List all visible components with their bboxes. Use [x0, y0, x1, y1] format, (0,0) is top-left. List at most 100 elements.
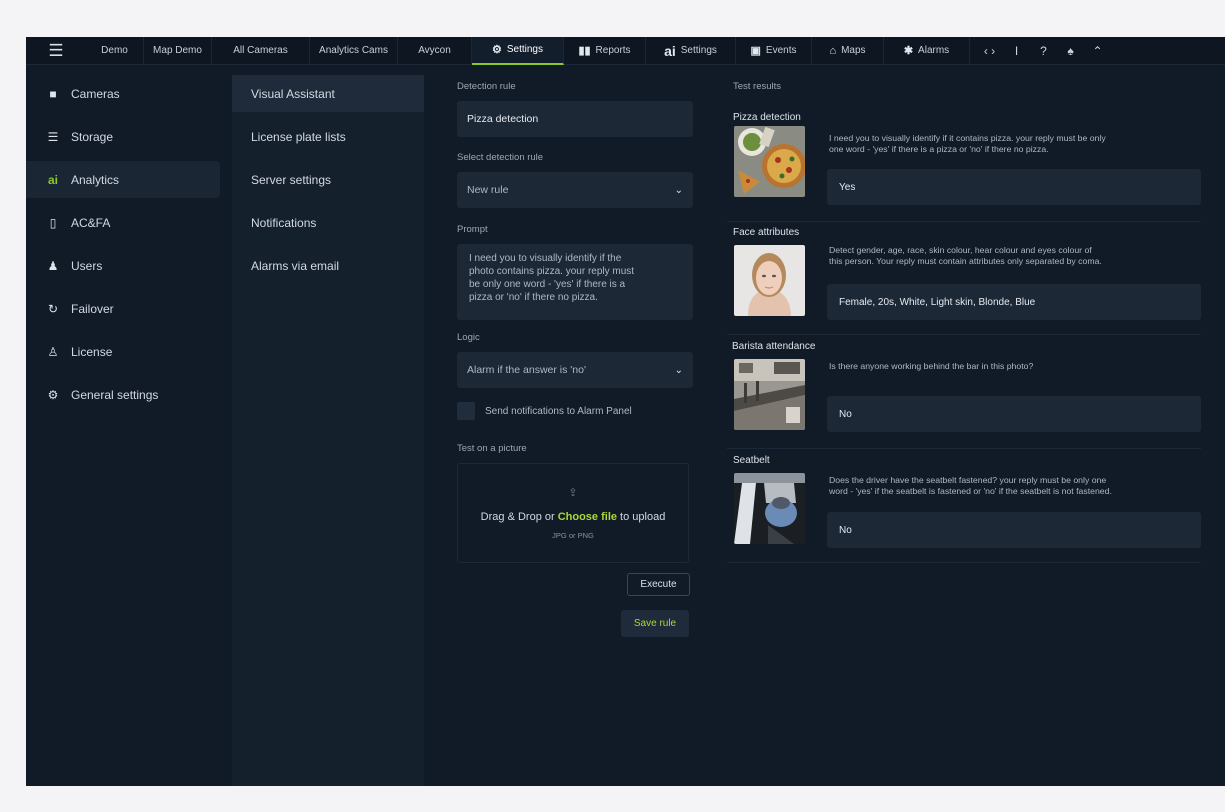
test-results-panel: Test results Pizza detection I need you …	[727, 81, 1201, 563]
car-interior-photo	[734, 473, 805, 544]
chevron-down-icon: ⌄	[674, 364, 683, 376]
tab-label: Analytics Cams	[319, 45, 388, 56]
gear-icon: ⚙	[491, 44, 502, 56]
file-dropzone[interactable]: ⇪ Drag & Drop or Choose file to upload J…	[457, 463, 689, 563]
dropzone-suffix: to upload	[617, 511, 666, 523]
tab-ai-settings[interactable]: ai Settings	[646, 37, 736, 65]
subnav-item-label: License plate lists	[251, 129, 346, 144]
result-prompt: Does the driver have the seatbelt fasten…	[829, 475, 1203, 497]
face-photo	[734, 245, 805, 316]
result-prompt-line: one word - 'yes' if there is a pizza or …	[829, 144, 1049, 154]
subnav-item-server-settings[interactable]: Server settings	[232, 161, 424, 198]
settings-sidebar: ■ Cameras ☰ Storage ai Analytics ▯ AC&FA ♟ Us…	[26, 75, 232, 786]
select-rule-value: New rule	[467, 184, 509, 196]
chevron-down-icon: ⌄	[674, 184, 683, 196]
tab-map-demo[interactable]: Map Demo	[144, 37, 212, 65]
send-notifications-row: Send notifications to Alarm Panel	[457, 401, 693, 421]
tab-avycon[interactable]: Avycon	[398, 37, 472, 65]
sidebar-item-label: Failover	[71, 301, 114, 316]
sidebar-item-users[interactable]: ♟ Users	[26, 247, 220, 284]
result-item-seatbelt: Seatbelt Does the driver have the seatbe…	[727, 455, 1201, 563]
result-name: Seatbelt	[733, 455, 770, 466]
sidebar-item-license[interactable]: ♙ License	[26, 333, 220, 370]
sidebar-item-general-settings[interactable]: ⚙ General settings	[26, 376, 220, 413]
sidebar-item-failover[interactable]: ↻ Failover	[26, 290, 220, 327]
subnav-item-license-plate-lists[interactable]: License plate lists	[232, 118, 424, 155]
logic-dropdown[interactable]: Alarm if the answer is 'no' ⌄	[457, 352, 693, 388]
tab-reports[interactable]: ▮▮ Reports	[564, 37, 646, 65]
hamburger-menu-icon[interactable]: ☰	[26, 37, 86, 65]
subnav-item-alarms-via-email[interactable]: Alarms via email	[232, 247, 424, 284]
result-prompt-line: Detect gender, age, race, skin colour, h…	[829, 245, 1092, 255]
tab-maps[interactable]: ⌂ Maps	[812, 37, 884, 65]
detection-rule-input[interactable]: Pizza detection	[457, 101, 693, 137]
subnav-item-visual-assistant[interactable]: Visual Assistant	[232, 75, 424, 112]
logic-value: Alarm if the answer is 'no'	[467, 364, 586, 376]
upload-icon: ⇪	[568, 487, 578, 499]
app-window: ☰ Demo Map Demo All Cameras Analytics Ca…	[26, 37, 1225, 786]
subnav-item-label: Notifications	[251, 215, 317, 230]
subnav-item-notifications[interactable]: Notifications	[232, 204, 424, 241]
prompt-textarea[interactable]: I need you to visually identify if the p…	[457, 244, 693, 320]
result-prompt-line: I need you to visually identify if it co…	[829, 133, 1106, 143]
prompt-line: pizza or 'no' if there no pizza.	[469, 292, 598, 303]
sidebar-item-analytics[interactable]: ai Analytics	[26, 161, 220, 198]
tab-settings[interactable]: ⚙ Settings	[472, 37, 564, 65]
ai-icon: ai	[47, 172, 58, 187]
execute-button[interactable]: Execute	[627, 573, 690, 596]
tab-label: Avycon	[418, 45, 451, 56]
failover-icon: ↻	[47, 301, 59, 316]
gear-icon: ⚙	[47, 387, 59, 402]
test-picture-label: Test on a picture	[457, 443, 527, 454]
tab-alarms[interactable]: ✱ Alarms	[884, 37, 970, 65]
result-item-face-attributes: Face attributes Detect gender, age, race…	[727, 227, 1201, 335]
result-prompt: I need you to visually identify if it co…	[829, 133, 1203, 155]
send-notifications-checkbox[interactable]	[457, 402, 475, 420]
calendar-icon: ▣	[750, 45, 761, 57]
result-name: Barista attendance	[732, 341, 816, 352]
tab-label: Map Demo	[153, 45, 202, 56]
result-prompt-line: Does the driver have the seatbelt fasten…	[829, 475, 1107, 485]
sidebar-item-label: Users	[71, 258, 103, 273]
choose-file-link[interactable]: Choose file	[558, 511, 617, 523]
tab-label: Events	[765, 45, 797, 56]
sidebar-item-label: AC&FA	[71, 215, 111, 230]
result-item-barista-attendance: Barista attendance Is there anyone worki…	[727, 341, 1201, 449]
bar-chart-icon: ▮▮	[578, 45, 591, 57]
code-icon[interactable]: ‹ ›	[976, 37, 1003, 65]
select-rule-label: Select detection rule	[457, 152, 544, 163]
license-icon: ♙	[47, 344, 59, 359]
user-icon: ♟	[47, 258, 59, 273]
analytics-subnav: Visual Assistant License plate lists Ser…	[232, 75, 424, 786]
select-rule-dropdown[interactable]: New rule ⌄	[457, 172, 693, 208]
result-prompt-line: word - 'yes' if the seatbelt is fastened…	[829, 486, 1112, 496]
result-item-pizza: Pizza detection I need you to visually i…	[727, 112, 1201, 222]
bar-photo	[734, 359, 805, 430]
sidebar-item-storage[interactable]: ☰ Storage	[26, 118, 220, 155]
help-icon[interactable]: ?	[1030, 37, 1057, 65]
save-rule-button[interactable]: Save rule	[621, 610, 689, 637]
bell-icon[interactable]: ♠	[1057, 37, 1084, 65]
tab-label: Alarms	[918, 45, 950, 56]
dropzone-text: Drag & Drop or Choose file to upload	[481, 511, 666, 523]
tab-demo[interactable]: Demo	[86, 37, 144, 65]
result-answer: No	[827, 396, 1201, 432]
prompt-line: I need you to visually identify if the	[469, 253, 622, 264]
logic-label: Logic	[457, 332, 480, 343]
chevron-up-icon[interactable]: ⌃	[1084, 37, 1111, 65]
subnav-item-label: Alarms via email	[251, 258, 340, 273]
sidebar-item-acfa[interactable]: ▯ AC&FA	[26, 204, 220, 241]
text-cursor-icon[interactable]: I	[1003, 37, 1030, 65]
prompt-line: photo contains pizza. your reply must	[469, 266, 635, 277]
page-frame: ☰ Demo Map Demo All Cameras Analytics Ca…	[0, 0, 1225, 812]
siren-icon: ✱	[903, 45, 914, 57]
sidebar-item-cameras[interactable]: ■ Cameras	[26, 75, 220, 112]
result-name: Pizza detection	[733, 112, 801, 123]
sidebar-item-label: General settings	[71, 387, 159, 402]
send-notifications-label: Send notifications to Alarm Panel	[485, 405, 632, 417]
top-right-tools: ‹ › I ? ♠ ⌃	[976, 37, 1111, 65]
pizza-photo	[734, 126, 805, 197]
tab-events[interactable]: ▣ Events	[736, 37, 812, 65]
tab-analytics-cams[interactable]: Analytics Cams	[310, 37, 398, 65]
tab-all-cameras[interactable]: All Cameras	[212, 37, 310, 65]
